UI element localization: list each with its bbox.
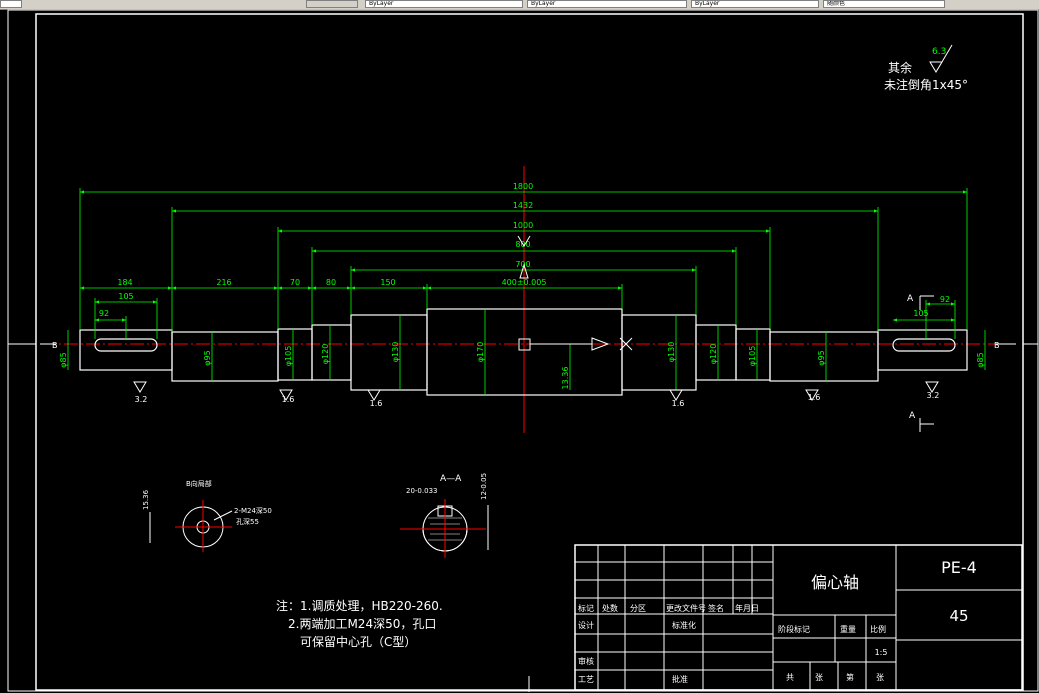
svg-text:1.6: 1.6	[370, 399, 383, 408]
chamfer-note: 未注倒角1x45°	[884, 77, 968, 92]
svg-text:张: 张	[815, 673, 823, 682]
dim-80: 80	[326, 278, 336, 287]
diam-95-left: φ95	[203, 350, 212, 365]
dim-70: 70	[290, 278, 300, 287]
svg-text:A—A: A—A	[440, 474, 462, 484]
svg-text:审核: 审核	[578, 656, 594, 666]
dim-offset: 13.36	[561, 367, 570, 390]
drawing-canvas[interactable]: 其余 6.3 未注倒角1x45° 1800 1432 1000 800 700 …	[0, 9, 1039, 693]
svg-text:签名: 签名	[708, 603, 724, 613]
svg-text:3.2: 3.2	[135, 395, 148, 404]
remaining-label: 其余	[888, 60, 912, 75]
dim-92-right: 92	[940, 295, 950, 304]
dim-92-left: 92	[99, 309, 109, 318]
dim-184: 184	[117, 278, 132, 287]
svg-text:批准: 批准	[672, 674, 688, 684]
dim-105-left: 105	[118, 292, 133, 301]
svg-text:B向局部: B向局部	[186, 479, 212, 488]
inner-frame	[35, 13, 1024, 691]
svg-text:20-0.033: 20-0.033	[406, 487, 437, 495]
diam-170: φ170	[476, 342, 485, 363]
dim-400: 400±0.005	[502, 278, 547, 287]
note-line-2: 2.两端加工M24深50，孔口	[288, 617, 436, 631]
svg-text:标准化: 标准化	[672, 620, 696, 630]
diam-105-right: φ105	[748, 346, 757, 367]
section-markers: B B A A	[40, 294, 1016, 432]
roughness-6-3: 6.3	[932, 47, 946, 57]
dim-150: 150	[380, 278, 395, 287]
svg-text:B: B	[994, 341, 1000, 350]
part-name: 偏心轴	[811, 573, 859, 592]
diam-120-left: φ120	[321, 344, 330, 365]
svg-text:处数: 处数	[602, 603, 618, 613]
svg-text:孔深55: 孔深55	[236, 517, 259, 526]
svg-text:1.6: 1.6	[808, 393, 821, 402]
icon-tray	[306, 0, 358, 8]
svg-text:重量: 重量	[840, 624, 856, 634]
color-dropdown[interactable]: 随颜色	[823, 0, 945, 8]
dim-216: 216	[216, 278, 231, 287]
note-line-1: 注：1.调质处理，HB220-260.	[276, 598, 443, 613]
lineweight-dropdown[interactable]: ByLayer	[527, 0, 687, 8]
dim-105-right: 105	[913, 309, 928, 318]
roughness-values: 3.2 1.6 1.6 1.6 1.6 3.2	[135, 391, 940, 408]
svg-text:A: A	[909, 411, 916, 421]
svg-text:B: B	[52, 341, 58, 350]
general-roughness-note: 其余 6.3 未注倒角1x45°	[884, 44, 968, 92]
dim-1000: 1000	[513, 221, 533, 230]
note-line-3: 可保留中心孔（C型）	[300, 634, 416, 649]
svg-text:15.36: 15.36	[142, 489, 150, 510]
svg-text:设计: 设计	[578, 620, 594, 630]
ucs-marker	[517, 235, 633, 351]
diam-85-right: φ85	[976, 352, 985, 367]
svg-text:1.6: 1.6	[672, 399, 685, 408]
svg-text:1.6: 1.6	[282, 395, 295, 404]
layer-dropdown-1[interactable]	[0, 0, 22, 8]
detail-b-view: B向局部 15.36 2-M24深50 孔深55	[142, 479, 272, 552]
dim-1432: 1432	[513, 201, 533, 210]
svg-text:更改文件号: 更改文件号	[666, 603, 706, 613]
svg-text:共: 共	[786, 673, 794, 682]
linetype-dropdown[interactable]: ByLayer	[365, 0, 523, 8]
material: 45	[949, 607, 968, 625]
plotstyle-dropdown[interactable]: ByLayer	[691, 0, 819, 8]
diam-130-left: φ130	[391, 342, 400, 363]
svg-text:标记: 标记	[578, 603, 594, 613]
svg-text:第: 第	[846, 672, 854, 682]
diam-105-left: φ105	[284, 346, 293, 367]
title-block-text: 偏心轴 PE-4 45 1:5 标记 处数 分区 更改文件号 签名 年月日 设计…	[578, 558, 977, 684]
svg-text:12-0.05: 12-0.05	[480, 473, 488, 500]
svg-text:2-M24深50: 2-M24深50	[234, 506, 272, 515]
detail-a-section: A—A 20-0.033 12-0.05	[400, 473, 489, 558]
svg-text:比例: 比例	[870, 624, 886, 634]
svg-text:分区: 分区	[630, 604, 646, 613]
svg-text:3.2: 3.2	[927, 391, 940, 400]
scale: 1:5	[875, 648, 888, 657]
svg-text:张: 张	[876, 673, 884, 682]
svg-text:工艺: 工艺	[578, 675, 594, 684]
diam-130-right: φ130	[667, 342, 676, 363]
drawing-number: PE-4	[941, 558, 977, 577]
svg-text:A: A	[907, 294, 914, 304]
svg-text:阶段标记: 阶段标记	[778, 624, 810, 634]
diam-95-right: φ95	[817, 350, 826, 365]
dimension-texts: 1800 1432 1000 800 700 184 216 70 80 150…	[59, 182, 985, 389]
diam-85-left: φ85	[59, 352, 68, 367]
dim-1800: 1800	[513, 182, 533, 191]
technical-notes: 注：1.调质处理，HB220-260. 2.两端加工M24深50，孔口 可保留中…	[276, 598, 443, 649]
diam-120-right: φ120	[709, 344, 718, 365]
svg-text:年月日: 年月日	[735, 603, 759, 613]
